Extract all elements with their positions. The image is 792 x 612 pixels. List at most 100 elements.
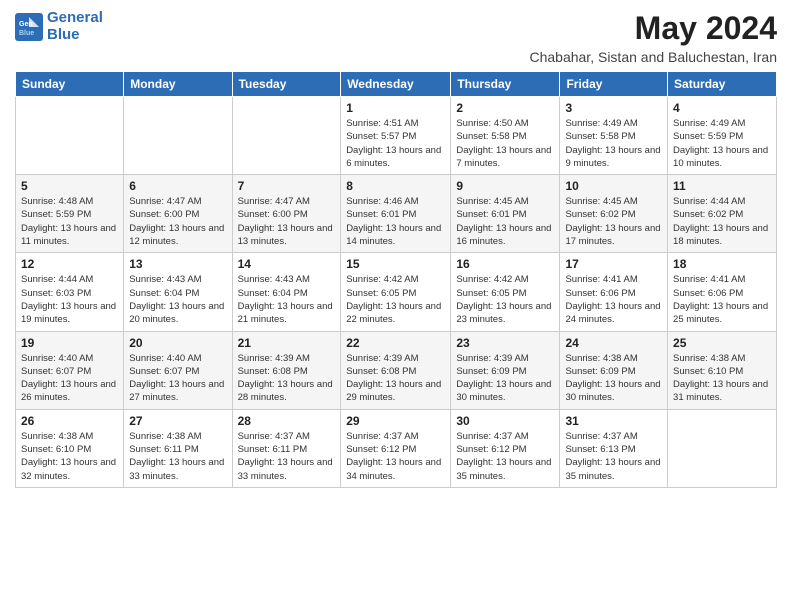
day-info: Sunrise: 4:44 AM Sunset: 6:02 PM Dayligh…	[673, 195, 771, 248]
day-number: 18	[673, 257, 771, 271]
header: Gen Blue General Blue May 2024 Chabahar,…	[15, 10, 777, 65]
day-cell: 6Sunrise: 4:47 AM Sunset: 6:00 PM Daylig…	[124, 175, 232, 253]
day-info: Sunrise: 4:47 AM Sunset: 6:00 PM Dayligh…	[129, 195, 226, 248]
logo-text: General Blue	[47, 10, 103, 43]
day-cell: 17 Sunrise: 4:41 AM Sunset: 6:06 PM Dayli…	[560, 253, 668, 331]
day-info: Sunrise: 4:51 AM Sunset: 5:57 PM Dayligh…	[346, 117, 445, 170]
day-cell: 12 Sunrise: 4:44 AM Sunset: 6:03 PM Dayli…	[16, 253, 124, 331]
day-number: 12	[21, 257, 118, 271]
week-row-1: 1 Sunrise: 4:51 AM Sunset: 5:57 PM Daylig…	[16, 97, 777, 175]
day-cell: 23Sunrise: 4:39 AM Sunset: 6:09 PM Dayli…	[451, 331, 560, 409]
day-cell: 19 Sunrise: 4:40 AM Sunset: 6:07 PM Dayli…	[16, 331, 124, 409]
day-number: 20	[129, 336, 226, 350]
day-number: 17	[565, 257, 662, 271]
day-cell: 26 Sunrise: 4:38 AM Sunset: 6:10 PM Dayli…	[16, 409, 124, 487]
day-number: 26	[21, 414, 118, 428]
day-cell: 28 Sunrise: 4:37 AM Sunset: 6:11 PM Dayli…	[232, 409, 341, 487]
day-info: Sunrise: 4:38 AM Sunset: 6:10 PM Dayligh…	[21, 430, 118, 483]
day-number: 31	[565, 414, 662, 428]
day-info: Sunrise: 4:48 AM Sunset: 5:59 PM Dayligh…	[21, 195, 118, 248]
day-cell: 14 Sunrise: 4:43 AM Sunset: 6:04 PM Dayli…	[232, 253, 341, 331]
day-info: Sunrise: 4:40 AM Sunset: 6:07 PM Dayligh…	[21, 352, 118, 405]
day-info: Sunrise: 4:49 AM Sunset: 5:59 PM Dayligh…	[673, 117, 771, 170]
day-number: 24	[565, 336, 662, 350]
day-info: Sunrise: 4:47 AM Sunset: 6:00 PM Dayligh…	[238, 195, 336, 248]
day-cell	[124, 97, 232, 175]
day-info: Sunrise: 4:42 AM Sunset: 6:05 PM Dayligh…	[456, 273, 554, 326]
logo: Gen Blue General Blue	[15, 10, 103, 43]
day-info: Sunrise: 4:39 AM Sunset: 6:08 PM Dayligh…	[346, 352, 445, 405]
week-row-2: 5 Sunrise: 4:48 AM Sunset: 5:59 PM Daylig…	[16, 175, 777, 253]
day-cell: 30Sunrise: 4:37 AM Sunset: 6:12 PM Dayli…	[451, 409, 560, 487]
weekday-tuesday: Tuesday	[232, 72, 341, 97]
day-cell: 31 Sunrise: 4:37 AM Sunset: 6:13 PM Dayli…	[560, 409, 668, 487]
day-cell: 11 Sunrise: 4:44 AM Sunset: 6:02 PM Dayli…	[668, 175, 777, 253]
day-cell: 18 Sunrise: 4:41 AM Sunset: 6:06 PM Dayli…	[668, 253, 777, 331]
day-number: 21	[238, 336, 336, 350]
calendar-page: Gen Blue General Blue May 2024 Chabahar,…	[0, 0, 792, 503]
day-number: 11	[673, 179, 771, 193]
weekday-saturday: Saturday	[668, 72, 777, 97]
day-info: Sunrise: 4:37 AM Sunset: 6:12 PM Dayligh…	[346, 430, 445, 483]
day-cell: 5 Sunrise: 4:48 AM Sunset: 5:59 PM Daylig…	[16, 175, 124, 253]
day-number: 4	[673, 101, 771, 115]
weekday-wednesday: Wednesday	[341, 72, 451, 97]
day-info: Sunrise: 4:44 AM Sunset: 6:03 PM Dayligh…	[21, 273, 118, 326]
day-cell: 25 Sunrise: 4:38 AM Sunset: 6:10 PM Dayli…	[668, 331, 777, 409]
day-cell: 29 Sunrise: 4:37 AM Sunset: 6:12 PM Dayli…	[341, 409, 451, 487]
day-cell: 27 Sunrise: 4:38 AM Sunset: 6:11 PM Dayli…	[124, 409, 232, 487]
day-number: 22	[346, 336, 445, 350]
day-number: 14	[238, 257, 336, 271]
day-number: 29	[346, 414, 445, 428]
week-row-3: 12 Sunrise: 4:44 AM Sunset: 6:03 PM Dayli…	[16, 253, 777, 331]
day-number: 13	[129, 257, 226, 271]
day-number: 10	[565, 179, 662, 193]
day-info: Sunrise: 4:37 AM Sunset: 6:13 PM Dayligh…	[565, 430, 662, 483]
day-info: Sunrise: 4:38 AM Sunset: 6:10 PM Dayligh…	[673, 352, 771, 405]
day-info: Sunrise: 4:49 AM Sunset: 5:58 PM Dayligh…	[565, 117, 662, 170]
day-number: 7	[238, 179, 336, 193]
day-cell: 2Sunrise: 4:50 AM Sunset: 5:58 PM Daylig…	[451, 97, 560, 175]
day-info: Sunrise: 4:41 AM Sunset: 6:06 PM Dayligh…	[565, 273, 662, 326]
day-info: Sunrise: 4:37 AM Sunset: 6:11 PM Dayligh…	[238, 430, 336, 483]
weekday-monday: Monday	[124, 72, 232, 97]
svg-text:Gen: Gen	[19, 21, 33, 28]
day-cell: 4 Sunrise: 4:49 AM Sunset: 5:59 PM Daylig…	[668, 97, 777, 175]
title-location: Chabahar, Sistan and Baluchestan, Iran	[529, 49, 777, 65]
day-cell: 22 Sunrise: 4:39 AM Sunset: 6:08 PM Dayli…	[341, 331, 451, 409]
day-cell: 1 Sunrise: 4:51 AM Sunset: 5:57 PM Daylig…	[341, 97, 451, 175]
day-info: Sunrise: 4:38 AM Sunset: 6:11 PM Dayligh…	[129, 430, 226, 483]
day-cell	[668, 409, 777, 487]
day-number: 19	[21, 336, 118, 350]
day-number: 1	[346, 101, 445, 115]
day-cell: 10 Sunrise: 4:45 AM Sunset: 6:02 PM Dayli…	[560, 175, 668, 253]
weekday-header-row: SundayMondayTuesdayWednesdayThursdayFrid…	[16, 72, 777, 97]
day-cell	[232, 97, 341, 175]
day-info: Sunrise: 4:39 AM Sunset: 6:08 PM Dayligh…	[238, 352, 336, 405]
day-number: 16	[456, 257, 554, 271]
day-info: Sunrise: 4:43 AM Sunset: 6:04 PM Dayligh…	[129, 273, 226, 326]
day-info: Sunrise: 4:38 AM Sunset: 6:09 PM Dayligh…	[565, 352, 662, 405]
day-cell: 9Sunrise: 4:45 AM Sunset: 6:01 PM Daylig…	[451, 175, 560, 253]
day-number: 27	[129, 414, 226, 428]
day-cell: 7 Sunrise: 4:47 AM Sunset: 6:00 PM Daylig…	[232, 175, 341, 253]
svg-text:Blue: Blue	[19, 30, 34, 37]
weekday-thursday: Thursday	[451, 72, 560, 97]
day-info: Sunrise: 4:40 AM Sunset: 6:07 PM Dayligh…	[129, 352, 226, 405]
day-cell	[16, 97, 124, 175]
day-cell: 15Sunrise: 4:42 AM Sunset: 6:05 PM Dayli…	[341, 253, 451, 331]
day-number: 8	[346, 179, 445, 193]
day-info: Sunrise: 4:45 AM Sunset: 6:02 PM Dayligh…	[565, 195, 662, 248]
day-info: Sunrise: 4:42 AM Sunset: 6:05 PM Dayligh…	[346, 273, 445, 326]
day-number: 28	[238, 414, 336, 428]
day-number: 25	[673, 336, 771, 350]
day-number: 5	[21, 179, 118, 193]
day-number: 30	[456, 414, 554, 428]
day-info: Sunrise: 4:39 AM Sunset: 6:09 PM Dayligh…	[456, 352, 554, 405]
logo-icon: Gen Blue	[15, 13, 43, 41]
day-cell: 21 Sunrise: 4:39 AM Sunset: 6:08 PM Dayli…	[232, 331, 341, 409]
day-info: Sunrise: 4:45 AM Sunset: 6:01 PM Dayligh…	[456, 195, 554, 248]
calendar-table: SundayMondayTuesdayWednesdayThursdayFrid…	[15, 71, 777, 488]
day-info: Sunrise: 4:43 AM Sunset: 6:04 PM Dayligh…	[238, 273, 336, 326]
day-info: Sunrise: 4:41 AM Sunset: 6:06 PM Dayligh…	[673, 273, 771, 326]
